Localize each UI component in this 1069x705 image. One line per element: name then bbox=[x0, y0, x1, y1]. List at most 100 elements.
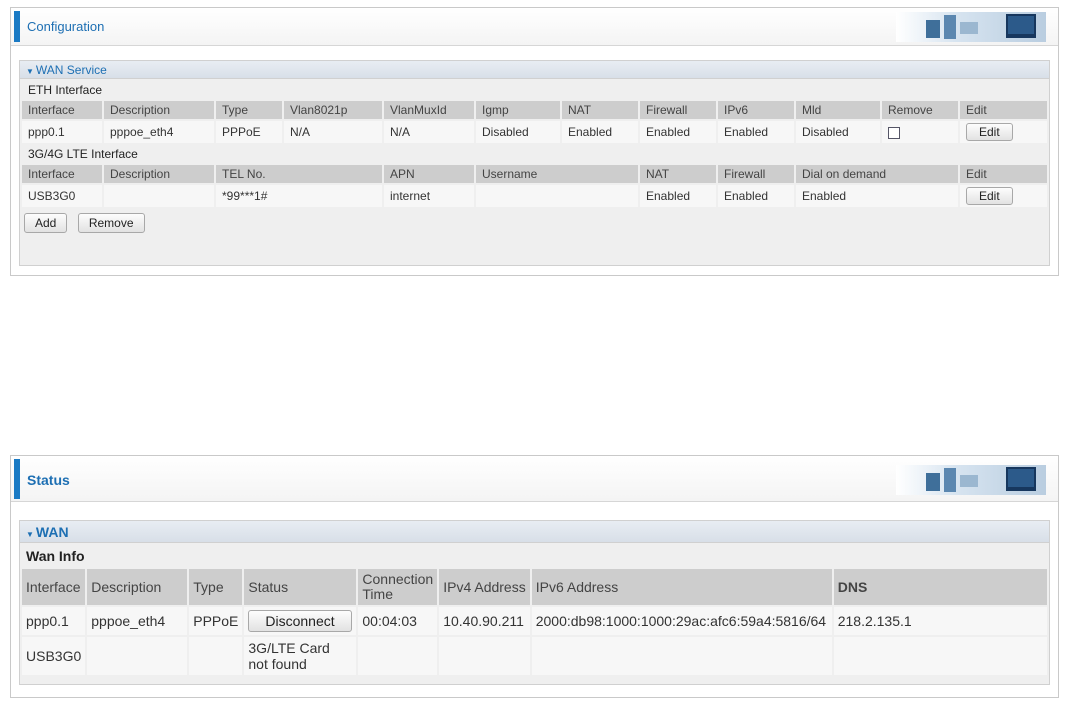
cell-edit: Edit bbox=[960, 121, 1047, 143]
col-description: Description bbox=[104, 101, 214, 119]
wan-header-row: Interface Description Type Status Connec… bbox=[22, 569, 1047, 605]
cell-ipv4-address bbox=[439, 637, 530, 675]
col-type: Type bbox=[189, 569, 243, 605]
section-label: WAN bbox=[35, 524, 69, 540]
remove-checkbox[interactable] bbox=[888, 126, 900, 139]
wan-toggle[interactable]: ▼ WAN bbox=[20, 521, 1049, 543]
triangle-down-icon: ▼ bbox=[26, 67, 34, 76]
col-interface: Interface bbox=[22, 569, 86, 605]
configuration-panel: Configuration ▼ WAN Service ETH Interface… bbox=[10, 7, 1059, 276]
table-row: USB3G0 3G/LTE Card not found bbox=[22, 637, 1047, 675]
table-row: ppp0.1 pppoe_eth4 PPPoE N/A N/A Disabled… bbox=[22, 121, 1047, 143]
col-edit: Edit bbox=[960, 165, 1047, 183]
lte-header-row: Interface Description TEL No. APN Userna… bbox=[22, 165, 1047, 183]
cell-description bbox=[104, 185, 214, 207]
col-nat: NAT bbox=[562, 101, 638, 119]
col-dial-on-demand: Dial on demand bbox=[796, 165, 958, 183]
wan-section: ▼ WAN Wan Info Interface Description Type… bbox=[19, 520, 1050, 685]
col-interface: Interface bbox=[22, 165, 102, 183]
cell-remove bbox=[882, 121, 958, 143]
cell-nat: Enabled bbox=[640, 185, 716, 207]
edit-eth-button[interactable]: Edit bbox=[966, 123, 1013, 141]
col-tel-no: TEL No. bbox=[216, 165, 382, 183]
disconnect-button[interactable]: Disconnect bbox=[248, 610, 352, 632]
col-description: Description bbox=[104, 165, 214, 183]
wan-service-section: ▼ WAN Service ETH Interface Interface Des… bbox=[19, 60, 1050, 266]
header-accent-bar bbox=[14, 459, 20, 499]
cell-ipv4-address: 10.40.90.211 bbox=[439, 607, 530, 635]
col-apn: APN bbox=[384, 165, 474, 183]
cell-edit: Edit bbox=[960, 185, 1047, 207]
status-panel: Status ▼ WAN Wan Info Interface Descripti… bbox=[10, 455, 1059, 698]
cell-ipv6: Enabled bbox=[718, 121, 794, 143]
cell-status: 3G/LTE Card not found bbox=[244, 637, 357, 675]
wan-service-table: ETH Interface Interface Description Type… bbox=[20, 79, 1049, 209]
col-ipv6: IPv6 bbox=[718, 101, 794, 119]
lte-interface-label-row: 3G/4G LTE Interface bbox=[22, 145, 1047, 163]
col-nat: NAT bbox=[640, 165, 716, 183]
eth-interface-label-row: ETH Interface bbox=[22, 81, 1047, 99]
cell-type: PPPoE bbox=[189, 607, 243, 635]
cell-dns bbox=[833, 637, 1047, 675]
wan-info-label: Wan Info bbox=[22, 545, 1047, 567]
col-username: Username bbox=[476, 165, 638, 183]
col-edit: Edit bbox=[960, 101, 1047, 119]
cell-connection-time bbox=[358, 637, 438, 675]
lte-interface-label: 3G/4G LTE Interface bbox=[22, 145, 1047, 163]
cell-status: Disconnect bbox=[244, 607, 357, 635]
wan-info-label-row: Wan Info bbox=[22, 545, 1047, 567]
edit-lte-button[interactable]: Edit bbox=[966, 187, 1013, 205]
cell-firewall: Enabled bbox=[718, 185, 794, 207]
cell-interface: USB3G0 bbox=[22, 185, 102, 207]
table-row: ppp0.1 pppoe_eth4 PPPoE Disconnect 00:04… bbox=[22, 607, 1047, 635]
cell-tel-no: *99***1# bbox=[216, 185, 382, 207]
cell-mld: Disabled bbox=[796, 121, 880, 143]
cell-vlan8021p: N/A bbox=[284, 121, 382, 143]
network-banner-icon bbox=[896, 465, 1046, 495]
cell-firewall: Enabled bbox=[640, 121, 716, 143]
cell-igmp: Disabled bbox=[476, 121, 560, 143]
cell-connection-time: 00:04:03 bbox=[358, 607, 438, 635]
col-description: Description bbox=[87, 569, 188, 605]
cell-interface: ppp0.1 bbox=[22, 607, 86, 635]
wan-service-toggle[interactable]: ▼ WAN Service bbox=[20, 61, 1049, 79]
col-mld: Mld bbox=[796, 101, 880, 119]
cell-interface: ppp0.1 bbox=[22, 121, 102, 143]
col-type: Type bbox=[216, 101, 282, 119]
cell-description: pppoe_eth4 bbox=[87, 607, 188, 635]
col-dns: DNS bbox=[833, 569, 1047, 605]
col-remove: Remove bbox=[882, 101, 958, 119]
cell-type bbox=[189, 637, 243, 675]
header-accent-bar bbox=[14, 11, 20, 42]
cell-vlanmuxid: N/A bbox=[384, 121, 474, 143]
page-title: Status bbox=[27, 472, 70, 488]
table-row: USB3G0 *99***1# internet Enabled Enabled… bbox=[22, 185, 1047, 207]
col-igmp: Igmp bbox=[476, 101, 560, 119]
configuration-header: Configuration bbox=[11, 8, 1058, 46]
cell-dns: 218.2.135.1 bbox=[833, 607, 1047, 635]
cell-username bbox=[476, 185, 638, 207]
col-ipv6-address: IPv6 Address bbox=[531, 569, 832, 605]
col-firewall: Firewall bbox=[718, 165, 794, 183]
add-button[interactable]: Add bbox=[24, 213, 68, 233]
eth-header-row: Interface Description Type Vlan8021p Vla… bbox=[22, 101, 1047, 119]
page-title: Configuration bbox=[27, 19, 105, 34]
wan-info-table: Wan Info Interface Description Type Stat… bbox=[20, 543, 1049, 677]
col-ipv4-address: IPv4 Address bbox=[439, 569, 530, 605]
col-firewall: Firewall bbox=[640, 101, 716, 119]
col-vlan8021p: Vlan8021p bbox=[284, 101, 382, 119]
remove-button[interactable]: Remove bbox=[77, 213, 145, 233]
cell-type: PPPoE bbox=[216, 121, 282, 143]
cell-interface: USB3G0 bbox=[22, 637, 86, 675]
action-bar: Add Remove bbox=[20, 209, 1049, 239]
cell-description: pppoe_eth4 bbox=[104, 121, 214, 143]
cell-apn: internet bbox=[384, 185, 474, 207]
col-interface: Interface bbox=[22, 101, 102, 119]
eth-interface-label: ETH Interface bbox=[22, 81, 1047, 99]
cell-nat: Enabled bbox=[562, 121, 638, 143]
col-connection-time: Connection Time bbox=[358, 569, 438, 605]
cell-description bbox=[87, 637, 188, 675]
cell-ipv6-address: 2000:db98:1000:1000:29ac:afc6:59a4:5816/… bbox=[531, 607, 832, 635]
status-header: Status bbox=[11, 456, 1058, 502]
network-banner-icon bbox=[896, 12, 1046, 42]
